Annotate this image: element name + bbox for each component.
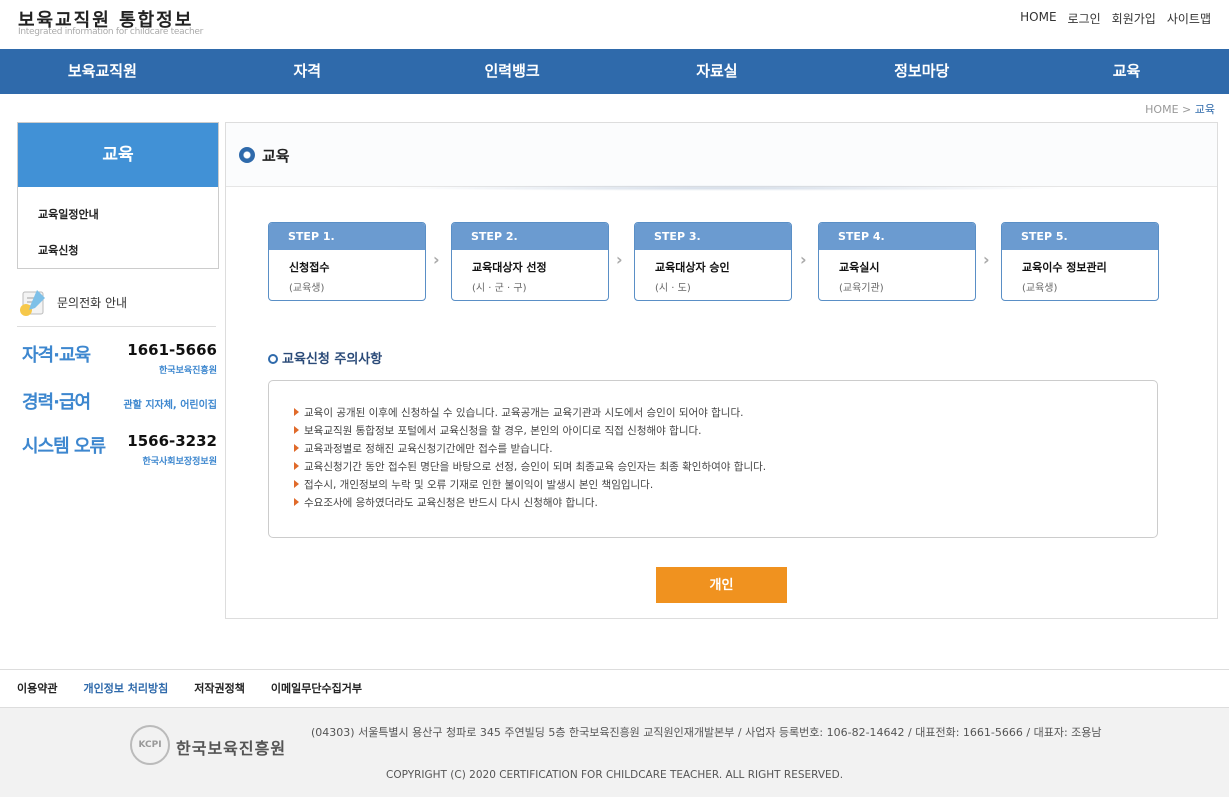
notice-item: 교육이 공개된 이후에 신청하실 수 있습니다. 교육공개는 교육기관과 시도에… <box>294 404 1157 422</box>
footer-links: 이용약관 개인정보 처리방침 저작권정책 이메일무단수집거부 <box>0 669 1229 707</box>
step-label: STEP 4. <box>819 223 975 250</box>
side-menu-item-schedule[interactable]: 교육일정안내 <box>18 197 218 233</box>
triangle-bullet-icon <box>294 444 299 452</box>
nav-item-archive[interactable]: 자료실 <box>614 49 819 94</box>
footer-address: (04303) 서울특별시 용산구 청파로 345 주연빌딩 5층 한국보육진흥… <box>311 726 1102 739</box>
contact-category: 경력·급여 <box>22 392 91 413</box>
page-title: 교육 <box>262 147 290 165</box>
nav-item-talent-bank[interactable]: 인력뱅크 <box>410 49 615 94</box>
step-subtitle: (시 · 군 · 구) <box>472 283 527 294</box>
contact-org: 관할 지자체, 어린이집 <box>123 400 217 411</box>
side-menu-title: 교육 <box>18 123 218 187</box>
nav-item-staff[interactable]: 보육교직원 <box>0 49 205 94</box>
notice-text: 수요조사에 응하였더라도 교육신청은 반드시 다시 신청해야 합니다. <box>304 497 598 509</box>
content-header: 교육 <box>226 123 1217 191</box>
notice-item: 수요조사에 응하였더라도 교육신청은 반드시 다시 신청해야 합니다. <box>294 494 1157 512</box>
main-nav: 보육교직원 자격 인력뱅크 자료실 정보마당 교육 <box>0 49 1229 94</box>
notice-item: 교육과정별로 정해진 교육신청기간에만 접수를 받습니다. <box>294 440 1157 458</box>
step-label: STEP 1. <box>269 223 425 250</box>
step-subtitle: (교육생) <box>289 283 325 294</box>
footer-copyright: COPYRIGHT (C) 2020 CERTIFICATION FOR CHI… <box>386 769 844 781</box>
site-header: 보육교직원 통합정보 Integrated information for ch… <box>0 0 1229 49</box>
triangle-bullet-icon <box>294 408 299 416</box>
notice-item: 보육교직원 통합정보 포털에서 교육신청을 할 경우, 본인의 아이디로 직접 … <box>294 422 1157 440</box>
utility-menu: HOME 로그인 회원가입 사이트맵 <box>1020 10 1211 27</box>
step-card-4: STEP 4. 교육실시 (교육기관) <box>818 222 976 301</box>
side-menu-item-apply[interactable]: 교육신청 <box>18 233 218 269</box>
side-menu: 교육 교육일정안내 교육신청 <box>17 122 219 269</box>
contact-phone: 1661-5666 <box>127 341 217 359</box>
step-subtitle: (교육생) <box>1022 283 1058 294</box>
site-footer: KCPI 한국보육진흥원 (04303) 서울특별시 용산구 청파로 345 주… <box>0 707 1229 797</box>
contact-org: 한국보육진흥원 <box>159 366 217 376</box>
contact-category: 시스템 오류 <box>22 436 106 457</box>
step-label: STEP 5. <box>1002 223 1158 250</box>
notice-item: 교육신청기간 동안 접수된 명단을 바탕으로 선정, 승인이 되며 최종교육 승… <box>294 458 1157 476</box>
notice-text: 보육교직원 통합정보 포털에서 교육신청을 할 경우, 본인의 아이디로 직접 … <box>304 425 702 437</box>
util-sitemap-link[interactable]: 사이트맵 <box>1167 10 1211 27</box>
header-shadow <box>386 185 1066 191</box>
process-steps: STEP 1. 신청접수 (교육생) › STEP 2. 교육대상자 선정 (시… <box>268 222 1160 302</box>
step-title: 교육실시 <box>839 261 880 274</box>
triangle-bullet-icon <box>294 498 299 506</box>
footer-link-copyright[interactable]: 저작권정책 <box>194 670 245 707</box>
nav-item-education[interactable]: 교육 <box>1024 49 1229 94</box>
side-menu-spacer <box>18 187 218 197</box>
contact-phone: 1566-3232 <box>127 432 217 450</box>
footer-link-email-policy[interactable]: 이메일무단수집거부 <box>271 670 362 707</box>
notice-heading-text: 교육신청 주의사항 <box>282 352 383 367</box>
kcpi-logo-icon: KCPI <box>130 725 170 765</box>
footer-logo: KCPI 한국보육진흥원 <box>130 725 290 765</box>
notice-box: 교육이 공개된 이후에 신청하실 수 있습니다. 교육공개는 교육기관과 시도에… <box>268 380 1158 538</box>
contact-memo-icon <box>20 290 45 316</box>
step-title: 교육이수 정보관리 <box>1022 261 1107 274</box>
chevron-right-icon: › <box>800 250 807 269</box>
step-subtitle: (교육기관) <box>839 283 884 294</box>
triangle-bullet-icon <box>294 426 299 434</box>
util-home-link[interactable]: HOME <box>1020 10 1056 27</box>
contact-category: 자격·교육 <box>22 345 91 366</box>
footer-link-privacy[interactable]: 개인정보 처리방침 <box>83 670 168 707</box>
notice-text: 교육과정별로 정해진 교육신청기간에만 접수를 받습니다. <box>304 443 553 455</box>
main-content: 교육 STEP 1. 신청접수 (교육생) › STEP 2. 교육대상자 선정… <box>225 122 1218 619</box>
util-signup-link[interactable]: 회원가입 <box>1112 10 1156 27</box>
notice-heading: 교육신청 주의사항 <box>268 348 382 367</box>
step-label: STEP 2. <box>452 223 608 250</box>
triangle-bullet-icon <box>294 480 299 488</box>
chevron-right-icon: › <box>983 250 990 269</box>
contact-header: 문의전화 안내 <box>17 287 216 327</box>
step-card-2: STEP 2. 교육대상자 선정 (시 · 군 · 구) <box>451 222 609 301</box>
util-login-link[interactable]: 로그인 <box>1068 10 1101 27</box>
contact-org: 한국사회보장정보원 <box>142 457 217 467</box>
breadcrumb: HOME > 교육 <box>1145 101 1215 117</box>
notice-item: 접수시, 개인정보의 누락 및 오류 기재로 인한 불이익이 발생시 본인 책임… <box>294 476 1157 494</box>
ring-bullet-icon <box>268 354 278 364</box>
step-card-3: STEP 3. 교육대상자 승인 (시 · 도) <box>634 222 792 301</box>
step-card-1: STEP 1. 신청접수 (교육생) <box>268 222 426 301</box>
breadcrumb-separator: > <box>1182 103 1192 116</box>
notice-text: 교육이 공개된 이후에 신청하실 수 있습니다. 교육공개는 교육기관과 시도에… <box>304 407 744 419</box>
step-subtitle: (시 · 도) <box>655 283 691 294</box>
chevron-right-icon: › <box>433 250 440 269</box>
notice-text: 접수시, 개인정보의 누락 및 오류 기재로 인한 불이익이 발생시 본인 책임… <box>304 479 654 491</box>
step-label: STEP 3. <box>635 223 791 250</box>
step-title: 교육대상자 선정 <box>472 261 547 274</box>
nav-item-info[interactable]: 정보마당 <box>819 49 1024 94</box>
step-title: 신청접수 <box>289 261 330 274</box>
site-logo-subtitle: Integrated information for childcare tea… <box>18 27 204 37</box>
bullet-circle-icon <box>239 147 255 163</box>
nav-item-qualification[interactable]: 자격 <box>205 49 410 94</box>
step-card-5: STEP 5. 교육이수 정보관리 (교육생) <box>1001 222 1159 301</box>
step-title: 교육대상자 승인 <box>655 261 730 274</box>
footer-link-terms[interactable]: 이용약관 <box>17 670 57 707</box>
breadcrumb-current: 교육 <box>1194 103 1215 116</box>
individual-apply-button[interactable]: 개인 <box>656 567 787 603</box>
contact-label: 문의전화 안내 <box>57 296 128 310</box>
chevron-right-icon: › <box>616 250 623 269</box>
footer-org-name: 한국보육진흥원 <box>176 739 287 758</box>
breadcrumb-home[interactable]: HOME <box>1145 103 1178 116</box>
notice-text: 교육신청기간 동안 접수된 명단을 바탕으로 선정, 승인이 되며 최종교육 승… <box>304 461 767 473</box>
triangle-bullet-icon <box>294 462 299 470</box>
